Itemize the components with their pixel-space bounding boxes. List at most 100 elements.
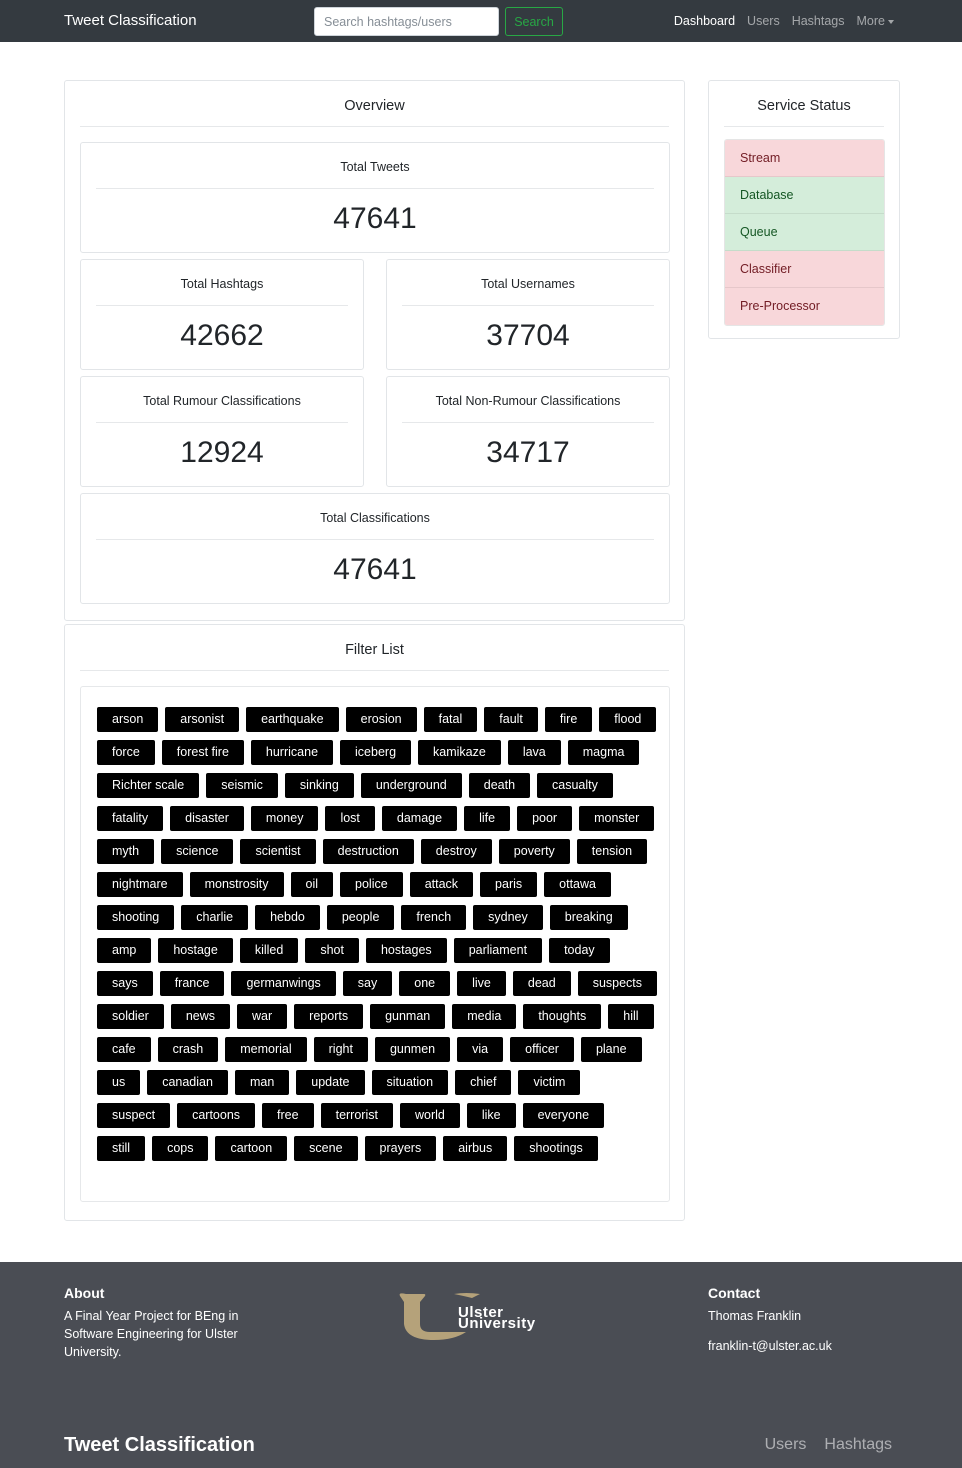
filter-tag[interactable]: police [340,872,403,897]
filter-tag[interactable]: monster [579,806,655,831]
filter-tag[interactable]: science [161,839,234,864]
filter-tag[interactable]: update [296,1070,365,1095]
filter-tag[interactable]: still [97,1136,146,1161]
filter-tag[interactable]: oil [290,872,334,897]
filter-tag[interactable]: one [399,971,451,996]
filter-tag[interactable]: amp [97,938,152,963]
filter-tag[interactable]: says [97,971,153,996]
filter-tag[interactable]: ottawa [544,872,611,897]
filter-tag[interactable]: world [399,1103,460,1128]
filter-tag[interactable]: fault [484,707,538,732]
filter-tag[interactable]: sydney [473,905,543,930]
filter-tag[interactable]: soldier [97,1004,164,1029]
filter-tag[interactable]: crash [157,1037,219,1062]
search-button[interactable]: Search [505,7,563,36]
filter-tag[interactable]: thoughts [523,1004,602,1029]
filter-tag[interactable]: cartoons [177,1103,256,1128]
filter-tag[interactable]: war [237,1004,288,1029]
filter-tag[interactable]: money [250,806,319,831]
filter-tag[interactable]: fatality [97,806,164,831]
filter-tag[interactable]: germanwings [231,971,336,996]
filter-tag[interactable]: charlie [181,905,249,930]
filter-tag[interactable]: news [170,1004,231,1029]
filter-tag[interactable]: situation [371,1070,449,1095]
filter-tag[interactable]: arson [97,707,159,732]
filter-tag[interactable]: memorial [225,1037,307,1062]
footer-link-users[interactable]: Users [765,1436,807,1454]
filter-tag[interactable]: suspects [577,971,658,996]
footer-link-hashtags[interactable]: Hashtags [824,1436,892,1454]
filter-tag[interactable]: killed [239,938,299,963]
filter-tag[interactable]: destroy [420,839,492,864]
filter-tag[interactable]: via [457,1037,504,1062]
filter-tag[interactable]: hostages [365,938,447,963]
search-input[interactable] [314,7,499,36]
filter-tag[interactable]: lost [325,806,375,831]
filter-tag[interactable]: scene [294,1136,358,1161]
filter-tag[interactable]: magma [567,740,640,765]
filter-tag[interactable]: gunmen [374,1037,451,1062]
filter-tag[interactable]: say [342,971,393,996]
filter-tag[interactable]: right [313,1037,368,1062]
filter-tag[interactable]: parliament [453,938,543,963]
filter-tag[interactable]: hostage [158,938,233,963]
filter-tag[interactable]: french [401,905,467,930]
nav-link-users[interactable]: Users [747,14,780,28]
filter-tag[interactable]: poverty [498,839,570,864]
filter-tag[interactable]: hurricane [250,740,334,765]
filter-tag[interactable]: hebdo [255,905,320,930]
filter-tag[interactable]: death [468,773,531,798]
filter-tag[interactable]: casualty [537,773,613,798]
filter-tag[interactable]: force [97,740,155,765]
filter-tag[interactable]: attack [409,872,474,897]
filter-tag[interactable]: like [466,1103,516,1128]
filter-tag[interactable]: damage [381,806,458,831]
filter-tag[interactable]: cops [152,1136,209,1161]
filter-tag[interactable]: underground [360,773,462,798]
filter-tag[interactable]: kamikaze [418,740,501,765]
filter-tag[interactable]: lava [507,740,561,765]
filter-tag[interactable]: nightmare [97,872,183,897]
filter-tag[interactable]: erosion [345,707,417,732]
filter-tag[interactable]: dead [512,971,571,996]
filter-tag[interactable]: prayers [364,1136,437,1161]
filter-tag[interactable]: officer [510,1037,574,1062]
filter-tag[interactable]: today [549,938,610,963]
footer-brand[interactable]: Tweet Classification [64,1434,255,1457]
nav-dropdown-more[interactable]: More [857,14,894,28]
filter-tag[interactable]: sinking [284,773,354,798]
filter-tag[interactable]: iceberg [340,740,412,765]
filter-tag[interactable]: Richter scale [97,773,200,798]
filter-tag[interactable]: forest fire [161,740,244,765]
filter-tag[interactable]: terrorist [320,1103,393,1128]
navbar-brand[interactable]: Tweet Classification [64,12,197,29]
filter-tag[interactable]: shooting [97,905,175,930]
filter-tag[interactable]: earthquake [246,707,339,732]
filter-tag[interactable]: us [97,1070,141,1095]
filter-tag[interactable]: scientist [240,839,316,864]
filter-tag[interactable]: cartoon [215,1136,288,1161]
filter-tag[interactable]: airbus [443,1136,508,1161]
filter-tag[interactable]: fatal [423,707,478,732]
filter-tag[interactable]: shot [305,938,359,963]
filter-tag[interactable]: plane [580,1037,642,1062]
filter-tag[interactable]: man [234,1070,290,1095]
footer-contact-email[interactable]: franklin-t@ulster.ac.uk [708,1337,832,1355]
filter-tag[interactable]: flood [599,707,657,732]
filter-tag[interactable]: arsonist [165,707,240,732]
filter-tag[interactable]: suspect [97,1103,171,1128]
nav-link-dashboard[interactable]: Dashboard [674,14,735,28]
filter-tag[interactable]: live [457,971,506,996]
filter-tag[interactable]: victim [518,1070,581,1095]
filter-tag[interactable]: monstrosity [189,872,284,897]
filter-tag[interactable]: reports [294,1004,364,1029]
filter-tag[interactable]: people [326,905,395,930]
filter-tag[interactable]: paris [480,872,538,897]
filter-tag[interactable]: tension [576,839,648,864]
filter-tag[interactable]: gunman [370,1004,446,1029]
filter-tag[interactable]: poor [517,806,573,831]
filter-tag[interactable]: hill [608,1004,654,1029]
filter-tag[interactable]: breaking [549,905,628,930]
filter-tag[interactable]: france [159,971,225,996]
filter-tag[interactable]: media [452,1004,517,1029]
